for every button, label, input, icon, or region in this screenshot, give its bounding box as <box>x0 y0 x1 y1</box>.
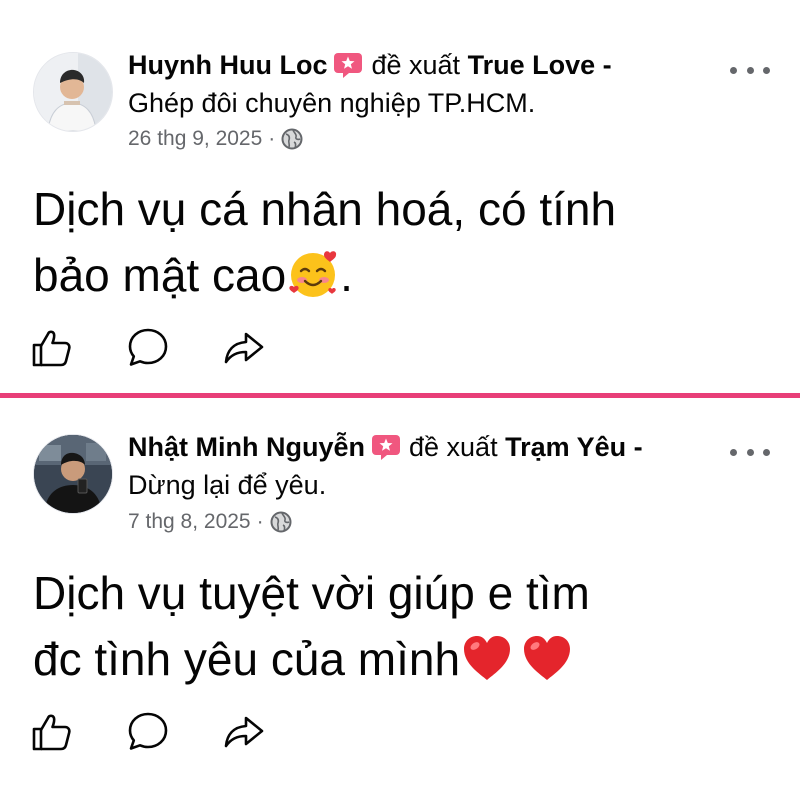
recommendation-post: Huynh Huu Loc đề xuất True Love - Ghép đôi… <box>0 0 800 392</box>
avatar-photo <box>34 53 112 131</box>
meta-separator: · <box>256 510 264 533</box>
post-body-line: bảo mật cao <box>33 249 287 301</box>
like-icon[interactable] <box>30 326 74 370</box>
globe-icon <box>270 511 292 533</box>
recommended-page-name-cont[interactable]: Ghép đôi chuyên nghiệp TP.HCM. <box>128 88 535 118</box>
meta-separator: · <box>268 127 276 150</box>
author-name[interactable]: Huynh Huu Loc <box>128 50 327 80</box>
post-actions <box>30 326 266 370</box>
post-divider <box>0 393 800 398</box>
more-dot <box>763 66 770 74</box>
post-body: Dịch vụ tuyệt vời giúp e tìm đc tình yêu… <box>33 560 773 692</box>
like-icon[interactable] <box>30 710 74 754</box>
recommends-text: đề xuất <box>409 432 498 462</box>
post-meta: 7 thg 8, 2025 · <box>128 510 292 534</box>
post-body-line: Dịch vụ cá nhân hoá, có tính <box>33 183 617 235</box>
share-icon[interactable] <box>222 710 266 754</box>
more-dot <box>730 448 737 456</box>
avatar[interactable] <box>33 52 113 132</box>
comment-icon[interactable] <box>126 326 170 370</box>
comment-icon[interactable] <box>126 710 170 754</box>
more-dot <box>730 66 737 74</box>
post-actions <box>30 710 266 754</box>
recommend-badge-icon <box>334 53 363 78</box>
more-dot <box>746 448 754 456</box>
red-heart-icon <box>524 636 571 680</box>
recommendation-post: Nhật Minh Nguyễn đề xuất Trạm Yêu - Dừng l… <box>0 400 800 800</box>
post-date[interactable]: 7 thg 8, 2025 <box>128 510 251 534</box>
red-heart-icon <box>464 636 511 680</box>
avatar[interactable] <box>33 434 113 514</box>
recommendations-feed: Huynh Huu Loc đề xuất True Love - Ghép đôi… <box>0 0 800 800</box>
recommended-page-name[interactable]: True Love - <box>468 50 612 80</box>
post-body-tail: . <box>340 249 353 301</box>
recommend-badge-icon <box>372 435 400 460</box>
post-date[interactable]: 26 thg 9, 2025 <box>128 127 262 151</box>
post-header: Nhật Minh Nguyễn đề xuất Trạm Yêu - Dừng l… <box>128 428 708 504</box>
more-options-button[interactable] <box>730 60 770 80</box>
recommends-text: đề xuất <box>371 50 461 80</box>
post-body-line: Dịch vụ tuyệt vời giúp e tìm <box>33 567 590 619</box>
avatar-photo <box>34 435 112 513</box>
more-dot <box>746 66 754 74</box>
post-header: Huynh Huu Loc đề xuất True Love - Ghép đôi… <box>128 46 708 122</box>
post-body: Dịch vụ cá nhân hoá, có tính bảo mật cao… <box>33 176 773 308</box>
post-body-line: đc tình yêu của mình <box>33 633 461 685</box>
share-icon[interactable] <box>222 326 266 370</box>
smiling-face-with-hearts-icon <box>289 251 337 297</box>
author-name[interactable]: Nhật Minh Nguyễn <box>128 432 365 462</box>
post-meta: 26 thg 9, 2025 · <box>128 127 303 151</box>
more-dot <box>763 448 770 456</box>
recommended-page-name-cont[interactable]: Dừng lại để yêu. <box>128 470 326 500</box>
globe-icon <box>281 128 303 150</box>
more-options-button[interactable] <box>730 442 770 462</box>
recommended-page-name[interactable]: Trạm Yêu - <box>505 432 643 462</box>
